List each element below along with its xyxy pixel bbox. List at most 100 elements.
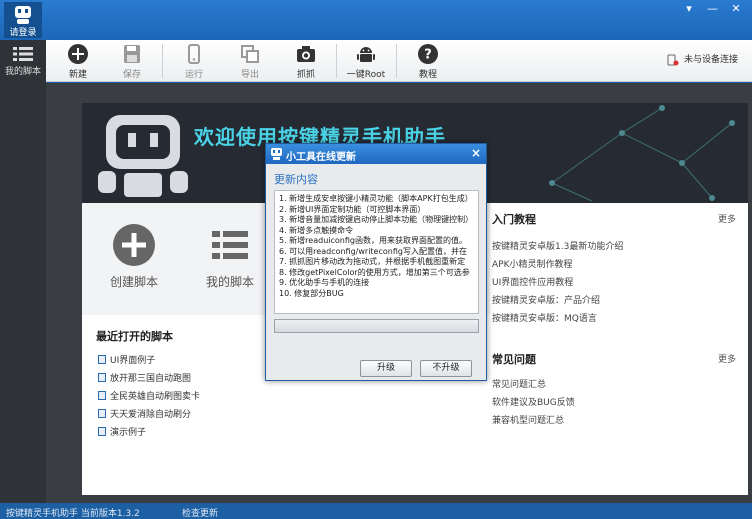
window-controls: ▾ — ✕ [679, 2, 746, 15]
faq-link[interactable]: 软件建议及BUG反馈 [492, 395, 575, 408]
faq-more-link[interactable]: 更多 [718, 352, 736, 365]
script-file-icon [98, 391, 106, 400]
recent-script-item[interactable]: 天天爱消除自动刷分 [98, 407, 191, 420]
update-note: 1. 新增生成安卓按键小精灵功能（脚本APK打包生成） [279, 194, 473, 203]
create-script-button[interactable]: 创建脚本 [94, 223, 174, 290]
root-label: 一键Root [346, 70, 386, 80]
guide-link[interactable]: 按键精灵安卓版：产品介绍 [492, 293, 600, 306]
toolbar: 新建 保存 运行 导出 抓抓 一键Root ? 教程 未与设备连接 [46, 40, 752, 82]
export-label: 导出 [240, 70, 259, 80]
recent-script-label: 天天爱消除自动刷分 [110, 410, 192, 420]
menu-dropdown-button[interactable]: ▾ [679, 2, 699, 15]
no-upgrade-button[interactable]: 不升级 [420, 360, 472, 377]
dialog-heading: 更新内容 [274, 173, 318, 186]
camera-icon [297, 46, 315, 62]
plus-circle-icon [113, 224, 155, 266]
help-icon: ? [418, 44, 438, 64]
toolbar-divider [396, 44, 397, 78]
capture-label: 抓抓 [296, 70, 315, 80]
recent-script-item[interactable]: 演示例子 [98, 425, 146, 438]
toolbar-divider [336, 44, 337, 78]
guide-link[interactable]: 按键精灵安卓版：MQ语言 [492, 311, 597, 324]
robot-avatar-icon [15, 6, 31, 24]
svg-text:?: ? [424, 48, 432, 63]
new-label: 新建 [68, 70, 87, 80]
run-label: 运行 [184, 70, 203, 80]
list-icon [13, 47, 33, 61]
dialog-title-bar[interactable]: 小工具在线更新 × [266, 144, 486, 164]
check-update-link[interactable]: 检查更新 [182, 506, 218, 519]
script-file-icon [98, 427, 106, 436]
status-bar: 按键精灵手机助手 当前版本1.3.2 检查更新 [0, 503, 752, 519]
save-label: 保存 [122, 70, 141, 80]
minimize-button[interactable]: — [703, 2, 723, 15]
recent-script-label: 演示例子 [110, 428, 147, 438]
list-icon [212, 231, 248, 259]
upgrade-button[interactable]: 升级 [360, 360, 412, 377]
android-icon [357, 47, 375, 62]
tutorial-button[interactable]: ? 教程 [404, 43, 452, 80]
new-button[interactable]: 新建 [54, 43, 102, 80]
update-note: 7. 抓抓图片移动改为拖动式，并根据手机截图重新定 [279, 257, 466, 266]
sidebar: 我的脚本 [0, 40, 46, 503]
robot-app-icon [271, 148, 282, 160]
update-note: 2. 新增UI界面定制功能（可控脚本界面） [279, 204, 426, 214]
update-notes-box[interactable]: 1. 新增生成安卓按键小精灵功能（脚本APK打包生成） 2. 新增UI界面定制功… [274, 190, 479, 314]
update-note: 5. 新增readuiconfig函数，用来获取界面配置的值。 [279, 236, 467, 245]
plus-circle-icon [68, 44, 88, 64]
update-note: 6. 可以用readconfig/writeconfig写入配置值，并在 [279, 246, 467, 256]
faq-title: 常见问题 [492, 353, 536, 366]
login-button[interactable]: 请登录 [4, 2, 42, 38]
network-decoration [549, 105, 735, 202]
script-file-icon [98, 355, 106, 364]
save-button[interactable]: 保存 [108, 43, 156, 80]
capture-button[interactable]: 抓抓 [282, 43, 330, 80]
update-progress-bar [274, 319, 479, 333]
recent-script-label: 全民英雄自动刷图卖卡 [110, 392, 201, 402]
root-button[interactable]: 一键Root [342, 43, 390, 80]
device-disconnected-icon [667, 54, 679, 65]
recent-script-item[interactable]: 全民英雄自动刷图卖卡 [98, 389, 200, 402]
export-icon [241, 45, 259, 63]
robot-mascot-icon [98, 115, 188, 197]
update-note: 4. 新增多点触摸命令 [279, 225, 354, 235]
device-status-label: 未与设备连接 [683, 55, 738, 65]
close-window-button[interactable]: ✕ [726, 2, 746, 15]
update-note: 8. 修改getPixelColor的使用方式，增加第三个可选参 [279, 267, 470, 277]
export-button[interactable]: 导出 [226, 43, 274, 80]
phone-icon [188, 44, 200, 64]
dialog-title: 小工具在线更新 [286, 152, 356, 163]
my-scripts-label: 我的脚本 [205, 275, 254, 289]
tutorial-label: 教程 [418, 70, 437, 80]
guide-link[interactable]: 按键精灵安卓版1.3最新功能介绍 [492, 239, 623, 252]
title-bar: 请登录 ▾ — ✕ [0, 0, 752, 40]
sidebar-item-label: 我的脚本 [4, 67, 41, 77]
login-label: 请登录 [9, 28, 37, 38]
recent-script-item[interactable]: 放开那三国自动跑图 [98, 371, 191, 384]
run-button[interactable]: 运行 [170, 43, 218, 80]
my-scripts-button[interactable]: 我的脚本 [190, 223, 270, 290]
recent-script-item[interactable]: UI界面例子 [98, 353, 155, 366]
toolbar-divider [162, 44, 163, 78]
script-file-icon [98, 373, 106, 382]
version-text: 按键精灵手机助手 当前版本1.3.2 [6, 509, 140, 519]
save-disk-icon [124, 45, 140, 63]
script-file-icon [98, 409, 106, 418]
guide-more-link[interactable]: 更多 [718, 212, 736, 225]
recent-script-label: 放开那三国自动跑图 [110, 374, 192, 384]
recent-script-label: UI界面例子 [110, 356, 156, 366]
sidebar-item-my-scripts[interactable]: 我的脚本 [0, 44, 46, 77]
update-note: 3. 新增音量加减按键启动停止脚本功能（物理键控制） [279, 215, 474, 224]
device-status[interactable]: 未与设备连接 [667, 52, 738, 66]
update-note: 9. 优化助手与手机的连接 [279, 278, 370, 287]
guide-title: 入门教程 [492, 213, 536, 226]
recent-scripts-title: 最近打开的脚本 [96, 330, 173, 343]
guide-link[interactable]: UI界面控件应用教程 [492, 275, 573, 288]
help-column: 入门教程 更多 按键精灵安卓版1.3最新功能介绍 APK小精灵制作教程 UI界面… [490, 203, 748, 495]
faq-link[interactable]: 兼容机型问题汇总 [492, 413, 564, 426]
update-note: 10. 修复部分BUG [279, 288, 344, 298]
dialog-close-button[interactable]: × [471, 146, 481, 160]
update-dialog: 小工具在线更新 × 更新内容 1. 新增生成安卓按键小精灵功能（脚本APK打包生… [265, 143, 487, 381]
guide-link[interactable]: APK小精灵制作教程 [492, 257, 573, 270]
faq-link[interactable]: 常见问题汇总 [492, 377, 546, 390]
